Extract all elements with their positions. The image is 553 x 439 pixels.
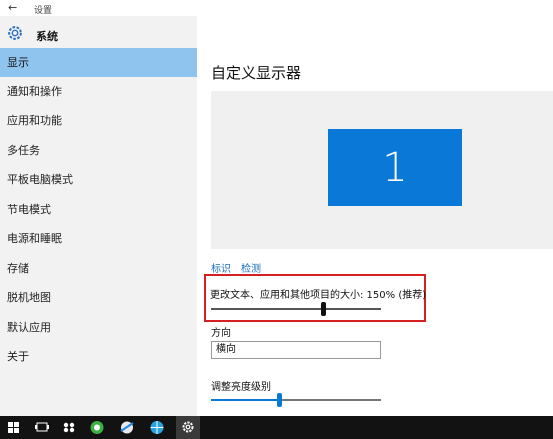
sidebar-item-label: 多任务 [7,144,40,157]
sidebar-item-label: 默认应用 [7,321,51,334]
monitor-preview-area: 1 [211,91,553,249]
sidebar-item-default-apps[interactable]: 默认应用 [0,313,197,342]
brightness-slider-fill [211,399,279,401]
monitor-tile[interactable]: 1 [328,129,462,206]
sidebar-item-tablet-mode[interactable]: 平板电脑模式 [0,165,197,194]
main-panel: 自定义显示器 1 标识 检测 更改文本、应用和其他项目的大小: 150% (推荐)… [197,16,553,432]
orientation-dropdown[interactable]: 横向 [211,341,381,359]
sidebar-item-notifications[interactable]: 通知和操作 [0,77,197,106]
title-bar: ← 设置 [0,0,553,16]
globe-app-icon[interactable] [148,419,166,436]
scale-label: 更改文本、应用和其他项目的大小: 150% (推荐) [210,290,427,301]
windows-start-icon[interactable] [5,419,23,436]
sidebar-item-label: 关于 [7,350,29,363]
page-title: 自定义显示器 [211,64,302,82]
back-arrow-icon[interactable]: ← [8,1,17,14]
sidebar-item-label: 电源和睡眠 [7,232,62,245]
brightness-slider-thumb[interactable] [277,393,282,407]
sidebar-item-label: 显示 [7,56,29,69]
sidebar-title: 系统 [36,30,58,43]
sidebar-header: 系统 [6,24,196,44]
app-grid-icon[interactable] [60,419,78,436]
sidebar-item-offline-maps[interactable]: 脱机地图 [0,283,197,312]
window-title: 设置 [34,6,53,16]
sidebar-item-display[interactable]: 显示 [0,48,197,77]
sidebar: 系统 显示 通知和操作 应用和功能 多任务 平板电脑模式 节电模式 电源和睡眠 … [0,16,197,416]
settings-taskbar-button[interactable] [176,416,200,439]
sidebar-item-label: 节电模式 [7,203,51,216]
brightness-label: 调整亮度级别 [211,382,271,393]
sidebar-item-battery-saver[interactable]: 节电模式 [0,195,197,224]
sidebar-item-power-sleep[interactable]: 电源和睡眠 [0,224,197,253]
sidebar-item-storage[interactable]: 存储 [0,254,197,283]
orientation-label: 方向 [211,328,231,339]
sidebar-item-label: 应用和功能 [7,114,62,127]
sidebar-item-label: 脱机地图 [7,291,51,304]
sidebar-item-label: 存储 [7,262,29,275]
browser-icon[interactable] [118,419,136,436]
settings-gear-icon [182,421,194,433]
taskbar [0,416,553,439]
scale-slider-thumb[interactable] [321,302,327,316]
sidebar-item-multitasking[interactable]: 多任务 [0,136,197,165]
sidebar-item-label: 通知和操作 [7,85,62,98]
sidebar-item-label: 平板电脑模式 [7,173,73,186]
sidebar-item-apps[interactable]: 应用和功能 [0,106,197,135]
gear-icon [8,26,22,40]
monitor-number: 1 [382,144,408,191]
sidebar-item-about[interactable]: 关于 [0,342,197,371]
task-view-icon[interactable] [33,419,51,436]
scale-slider-track [211,308,381,310]
green-app-icon[interactable] [88,419,106,436]
monitor-links: 标识 检测 [211,260,271,275]
